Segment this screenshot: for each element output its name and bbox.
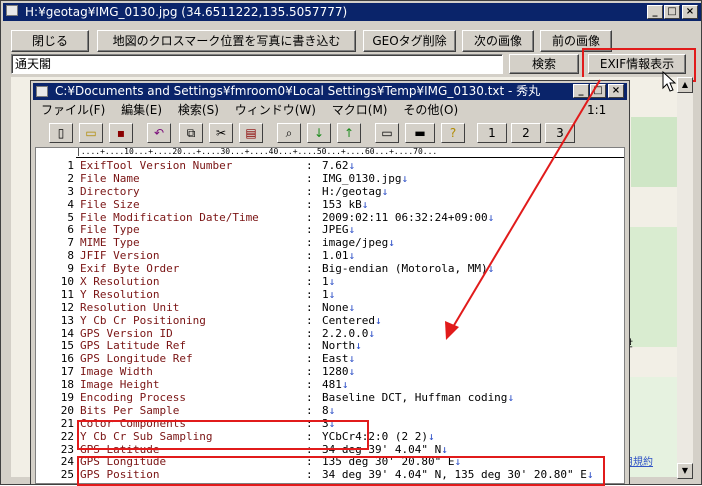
arrow-line bbox=[449, 79, 601, 333]
arrow-head bbox=[445, 321, 459, 340]
annotation-arrow bbox=[445, 79, 601, 340]
